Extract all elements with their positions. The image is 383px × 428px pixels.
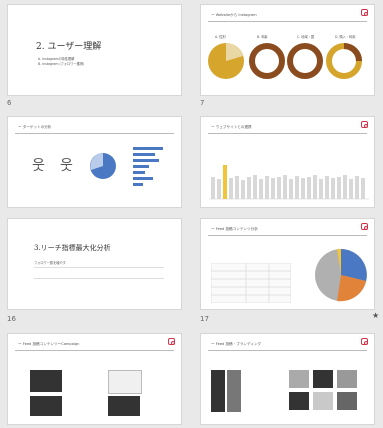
slide-text: フォロワー数を増やす (34, 261, 66, 265)
slide-number: 17 (200, 315, 209, 323)
slide-item: A. Instagramの特性理解 (38, 57, 75, 61)
campaign-image (108, 370, 142, 394)
branding-image (313, 392, 333, 410)
divider (208, 350, 367, 351)
age-donut (249, 43, 285, 79)
pie-chart (315, 248, 367, 302)
slide-number: 7 (200, 99, 205, 107)
slide-thumbnail-17[interactable]: ー Feed 投稿コンテンツ分析 (200, 218, 375, 310)
branding-image (211, 370, 225, 412)
divider (15, 133, 174, 134)
branding-image (337, 370, 357, 388)
slide-title: 3.リーチ指標最大化分析 (34, 244, 111, 252)
male-icon: 웃 (32, 158, 45, 174)
star-icon: ★ (372, 311, 380, 320)
slide-thumbnail-website[interactable]: ー ウェブサイトとの連携 (200, 116, 375, 208)
slide-title: 2. ユーザー理解 (36, 42, 102, 52)
slide-thumbnail-16[interactable]: 3.リーチ指標最大化分析 フォロワー数を増やす (7, 218, 182, 310)
slide-header: ー Feed 投稿コンテンツ分析 (211, 227, 258, 231)
bar-chart (133, 147, 163, 186)
slide-header: ー ウェブサイトとの連携 (211, 125, 252, 129)
divider (15, 350, 174, 351)
slide-number: 6 (7, 99, 12, 107)
slide-thumbnail-7[interactable]: ー Websiteから Instagram A. 性別 B. 年齢 C. 地域・… (200, 4, 375, 96)
slide-number: 16 (7, 315, 16, 323)
slide-header: ー Feed 投稿コンテンツーCampaign (18, 342, 80, 346)
female-icon: 웃 (60, 158, 73, 174)
slide-body-placeholder (34, 267, 164, 279)
divider (208, 21, 367, 22)
slide-thumbnail-branding[interactable]: ー Feed 投稿・ブランディング (200, 333, 375, 425)
slide-header: ー Feed 投稿・ブランディング (211, 342, 262, 346)
slide-header: ー Websiteから Instagram (211, 13, 257, 17)
campaign-image (30, 396, 62, 416)
slide-item: B. Instagram (フォロワー獲得) (38, 62, 85, 66)
campaign-image (30, 370, 62, 392)
region-donut (287, 43, 323, 79)
branding-image (337, 392, 357, 410)
instagram-icon (361, 121, 368, 128)
divider (208, 133, 367, 134)
instagram-icon (361, 338, 368, 345)
branding-image (289, 392, 309, 410)
pie-chart (90, 153, 116, 179)
branding-image (313, 370, 333, 388)
branding-image (289, 370, 309, 388)
instagram-icon (361, 223, 368, 230)
data-table (211, 263, 291, 303)
instagram-icon (168, 338, 175, 345)
bar-chart (209, 165, 369, 200)
divider (208, 235, 367, 236)
slide-thumbnail-campaign[interactable]: ー Feed 投稿コンテンツーCampaign (7, 333, 182, 425)
slide-thumbnail-6[interactable]: 2. ユーザー理解 A. Instagramの特性理解 B. Instagram… (7, 4, 182, 96)
purchase-donut-slice (343, 43, 362, 62)
slide-thumbnail-target[interactable]: ー ターゲットの分析 웃 웃 (7, 116, 182, 208)
slide-header: ー ターゲットの分析 (18, 125, 52, 129)
donut-charts (208, 43, 362, 79)
campaign-image (108, 396, 140, 416)
instagram-icon (361, 9, 368, 16)
branding-image (227, 370, 241, 412)
